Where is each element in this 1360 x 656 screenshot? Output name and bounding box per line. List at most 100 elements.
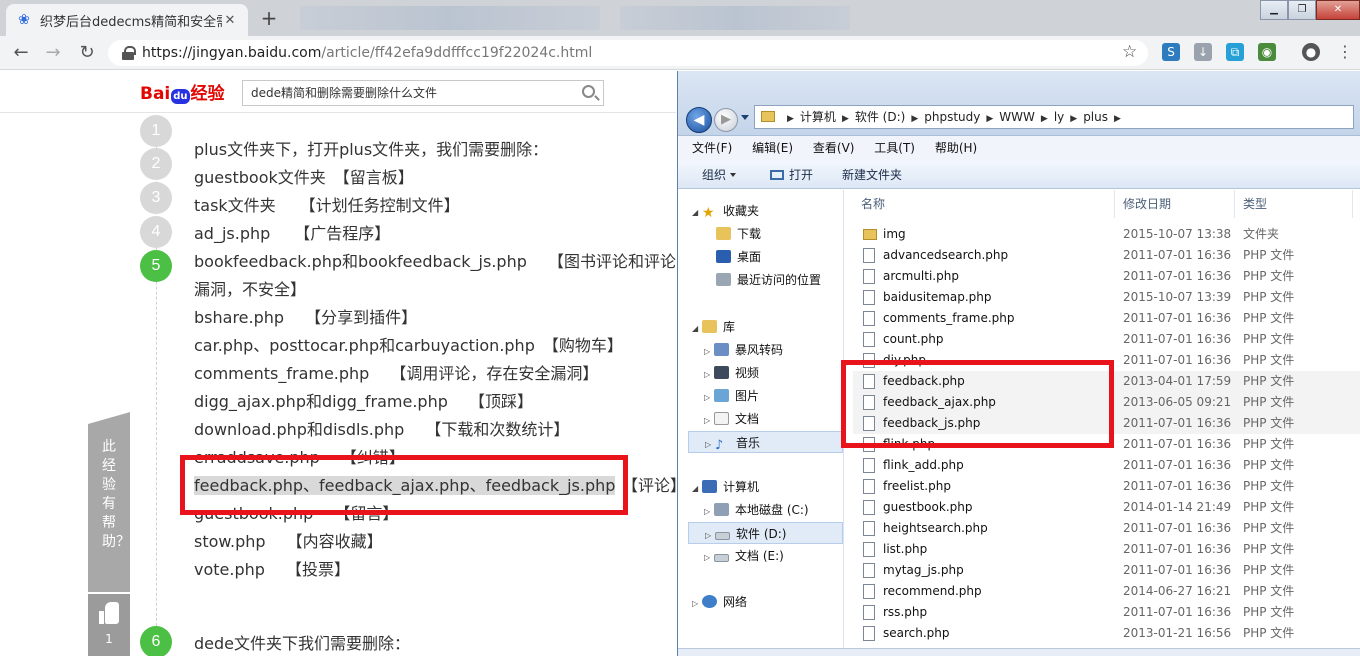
breadcrumb-item[interactable]: 计算机	[800, 110, 836, 124]
menu-tools[interactable]: 工具(T)	[874, 141, 915, 155]
file-name: rss.php	[883, 605, 928, 619]
file-row[interactable]: mytag_js.php 2011-07-01 16:36 PHP 文件	[853, 560, 1360, 581]
helpful-widget[interactable]: 此经验有帮助？ 1	[88, 412, 130, 656]
menu-help[interactable]: 帮助(H)	[935, 141, 977, 155]
file-row[interactable]: flink_add.php 2011-07-01 16:36 PHP 文件	[853, 455, 1360, 476]
file-name: search.php	[883, 626, 950, 640]
thumbs-up-button[interactable]: 1	[88, 592, 130, 656]
file-name: freelist.php	[883, 479, 951, 493]
file-type: 文件夹	[1243, 227, 1280, 241]
explorer-back-icon[interactable]: ◀	[686, 107, 712, 133]
php-file-icon	[863, 626, 875, 641]
php-file-icon	[863, 269, 875, 284]
menu-kebab-icon[interactable]: ⋮	[1336, 43, 1354, 61]
baidu-jingyan-logo[interactable]: Bai du 经验	[140, 79, 225, 104]
extension-download-icon[interactable]: ↓	[1194, 43, 1212, 61]
file-row[interactable]: rss.php 2011-07-01 16:36 PHP 文件	[853, 602, 1360, 623]
menu-view[interactable]: 查看(V)	[813, 141, 855, 155]
file-row[interactable]: baidusitemap.php 2015-10-07 13:39 PHP 文件	[853, 287, 1360, 308]
column-header-type[interactable]: 类型	[1235, 190, 1353, 218]
nav-downloads[interactable]: 下载	[716, 223, 761, 245]
back-arrow-icon[interactable]: ←	[10, 42, 32, 64]
column-header-name[interactable]: 名称	[853, 190, 1115, 218]
search-input[interactable]: dede精简和删除需要删除什么文件	[242, 80, 604, 106]
php-file-icon	[863, 311, 875, 326]
history-dropdown-icon[interactable]	[741, 115, 749, 120]
profile-avatar-icon[interactable]: ●	[1302, 43, 1320, 61]
file-name: comments_frame.php	[883, 311, 1015, 325]
article-line: 【评论】	[622, 476, 676, 495]
file-row[interactable]: recommend.php 2014-06-27 16:21 PHP 文件	[853, 581, 1360, 602]
active-tab[interactable]: ❀ 织梦后台dedecms精简和安全需 ✕	[6, 4, 248, 36]
nav-desktop[interactable]: 桌面	[716, 246, 761, 268]
file-row[interactable]: heightsearch.php 2011-07-01 16:36 PHP 文件	[853, 518, 1360, 539]
file-row[interactable]: advancedsearch.php 2011-07-01 16:36 PHP 文件	[853, 245, 1360, 266]
php-file-icon	[863, 500, 875, 515]
new-tab-button[interactable]: +	[256, 8, 282, 30]
minimize-button[interactable]: ▁	[1260, 0, 1288, 20]
breadcrumb-item[interactable]: ly	[1054, 110, 1064, 124]
collapse-icon: ▷	[704, 553, 711, 562]
nav-drive-e[interactable]: ▷ 文档 (E:)	[704, 545, 784, 567]
network-icon	[702, 595, 717, 608]
file-row[interactable]: img 2015-10-07 13:38 文件夹	[853, 224, 1360, 245]
blurred-tabs	[620, 6, 850, 30]
file-row[interactable]: list.php 2011-07-01 16:36 PHP 文件	[853, 539, 1360, 560]
column-header-date[interactable]: 修改日期	[1115, 190, 1235, 218]
bookmark-star-icon[interactable]: ☆	[1122, 42, 1137, 62]
open-button[interactable]: 打开	[770, 161, 813, 189]
breadcrumb-item[interactable]: phpstudy	[924, 110, 980, 124]
url-bar[interactable]: https://jingyan.baidu.com/article/ff42ef…	[108, 40, 1148, 66]
search-icon[interactable]	[582, 85, 595, 98]
nav-favorites[interactable]: ◢ ★ 收藏夹	[692, 200, 759, 222]
file-type: PHP 文件	[1243, 311, 1295, 325]
expand-icon: ◢	[692, 324, 699, 333]
forward-arrow-icon[interactable]: →	[42, 42, 64, 64]
nav-recent[interactable]: 最近访问的位置	[716, 269, 821, 291]
file-row[interactable]: comments_frame.php 2011-07-01 16:36 PHP 文件	[853, 308, 1360, 329]
file-row[interactable]: search.php 2013-01-21 16:56 PHP 文件	[853, 623, 1360, 644]
file-row[interactable]: arcmulti.php 2011-07-01 16:36 PHP 文件	[853, 266, 1360, 287]
new-folder-button[interactable]: 新建文件夹	[842, 161, 902, 189]
nav-videos[interactable]: ▷ 视频	[704, 362, 759, 384]
tab-close-icon[interactable]: ✕	[222, 13, 238, 28]
nav-computer[interactable]: ◢ 计算机	[692, 476, 759, 498]
file-date: 2011-07-01 16:36	[1123, 458, 1232, 472]
maximize-button[interactable]: ❐	[1288, 0, 1316, 20]
nav-drive-d[interactable]: ▷ 软件 (D:)	[688, 522, 843, 544]
menu-edit[interactable]: 编辑(E)	[752, 141, 793, 155]
file-name: advancedsearch.php	[883, 248, 1009, 262]
nav-network[interactable]: ▷ 网络	[692, 591, 747, 613]
nav-pictures[interactable]: ▷ 图片	[704, 385, 759, 407]
nav-storm[interactable]: ▷ 暴风转码	[704, 339, 783, 361]
article-line: vote.php 【投票】	[194, 560, 351, 579]
reload-icon[interactable]: ↻	[76, 42, 98, 64]
window-close-button[interactable]: ✕	[1316, 0, 1360, 20]
nav-documents[interactable]: ▷ 文档	[704, 408, 759, 430]
file-name: img	[883, 227, 906, 241]
file-row[interactable]: guestbook.php 2014-01-14 21:49 PHP 文件	[853, 497, 1360, 518]
nav-music[interactable]: ▷ ♪ 音乐	[688, 431, 843, 453]
nav-libraries[interactable]: ◢ 库	[692, 316, 735, 338]
breadcrumb-sep-icon: ▶	[787, 114, 794, 124]
file-type: PHP 文件	[1243, 458, 1295, 472]
explorer-forward-icon[interactable]: ▶	[714, 108, 738, 132]
breadcrumb-sep-icon: ▶	[1114, 114, 1121, 124]
url-path: /article/ff42efa9ddfffcc19f22024c.html	[321, 45, 593, 61]
video-icon	[714, 366, 729, 379]
breadcrumb[interactable]: ▶ 计算机 ▶ 软件 (D:) ▶ phpstudy ▶ WWW ▶ ly ▶ plus ▶	[754, 105, 1354, 129]
extension-sync-icon[interactable]: S	[1162, 43, 1180, 61]
nav-drive-c[interactable]: ▷ 本地磁盘 (C:)	[704, 499, 809, 521]
extension-copy-icon[interactable]: ⧉	[1226, 43, 1244, 61]
php-file-icon	[863, 563, 875, 578]
breadcrumb-item[interactable]: plus	[1083, 110, 1108, 124]
breadcrumb-item[interactable]: WWW	[999, 110, 1035, 124]
breadcrumb-item[interactable]: 软件 (D:)	[855, 110, 905, 124]
organize-button[interactable]: 组织	[702, 161, 737, 189]
file-row[interactable]: freelist.php 2011-07-01 16:36 PHP 文件	[853, 476, 1360, 497]
menu-file[interactable]: 文件(F)	[692, 141, 732, 155]
file-type: PHP 文件	[1243, 416, 1295, 430]
file-date: 2011-07-01 16:36	[1123, 311, 1232, 325]
file-row[interactable]: count.php 2011-07-01 16:36 PHP 文件	[853, 329, 1360, 350]
extension-globe-icon[interactable]: ◉	[1258, 43, 1276, 61]
